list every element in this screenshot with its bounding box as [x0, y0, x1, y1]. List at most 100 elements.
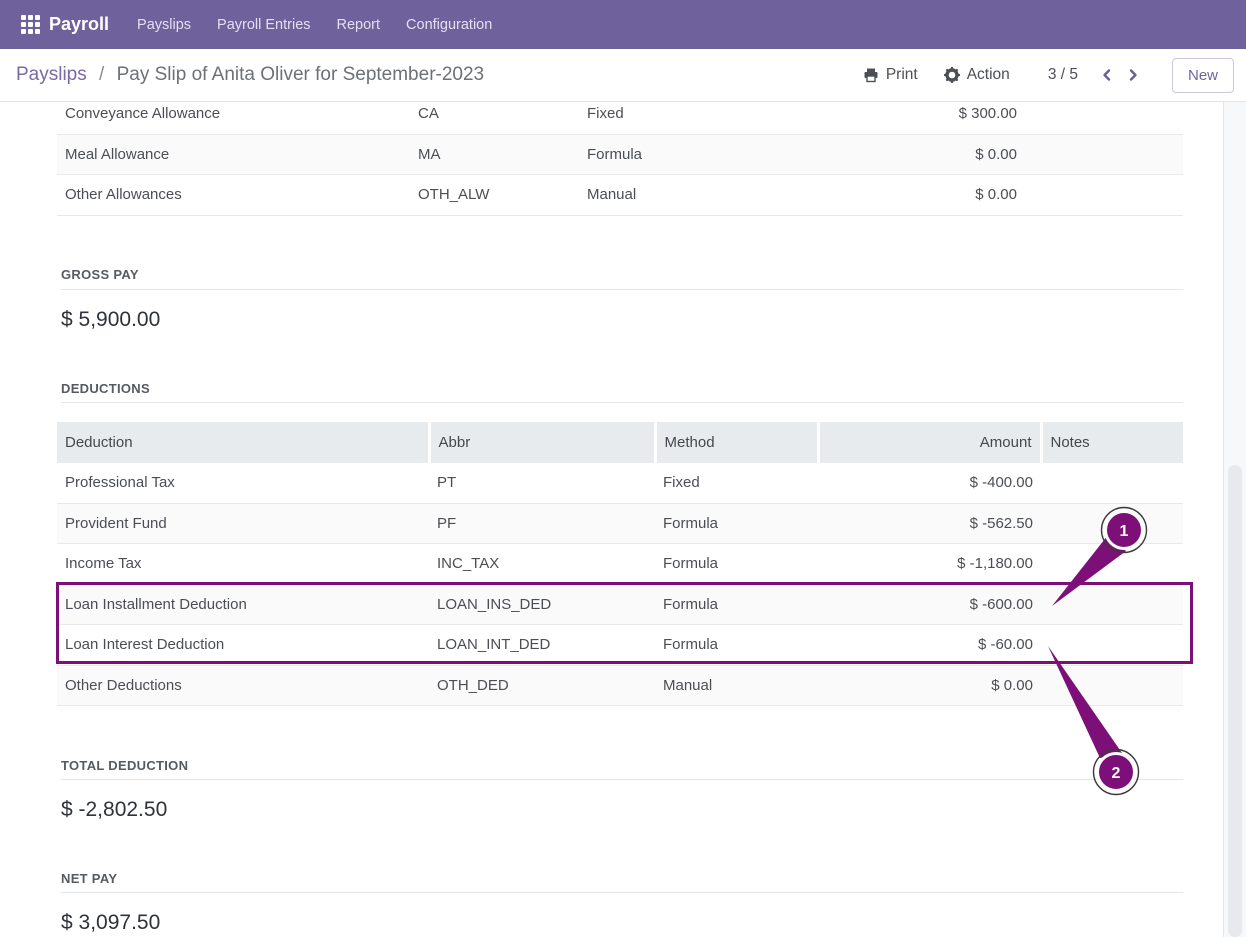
control-panel-actions: Print — [863, 58, 1246, 93]
printer-icon — [863, 67, 879, 83]
allowances-table: Conveyance Allowance CA Fixed $ 300.00 M… — [57, 102, 1183, 216]
deduction-amount: $ -1,180.00 — [818, 544, 1041, 585]
deductions-label: DEDUCTIONS — [61, 381, 150, 396]
deduction-row[interactable]: Professional Tax PT Fixed $ -400.00 — [57, 463, 1183, 504]
deduction-amount: $ 0.00 — [818, 665, 1041, 706]
deduction-name: Professional Tax — [57, 463, 429, 504]
gross-pay-value: $ 5,900.00 — [61, 308, 160, 332]
pager-value: 3 / 5 — [1048, 66, 1078, 84]
deduction-method: Formula — [655, 503, 818, 544]
deduction-row[interactable]: Income Tax INC_TAX Formula $ -1,180.00 — [57, 544, 1183, 585]
deduction-abbr: LOAN_INT_DED — [429, 625, 655, 666]
allowance-abbr: CA — [410, 102, 579, 134]
navbar-menu: Payslips Payroll Entries Report Configur… — [137, 17, 492, 33]
deduction-method: Formula — [655, 625, 818, 666]
vertical-scrollbar-thumb[interactable] — [1228, 465, 1242, 937]
deduction-method: Formula — [655, 584, 818, 625]
deduction-amount: $ -562.50 — [818, 503, 1041, 544]
menu-item-report[interactable]: Report — [337, 17, 381, 33]
total-deduction-label: TOTAL DEDUCTION — [61, 758, 188, 773]
column-header-notes[interactable]: Notes — [1041, 422, 1183, 463]
vertical-scrollbar-track[interactable] — [1223, 102, 1246, 937]
deduction-amount: $ -60.00 — [818, 625, 1041, 666]
gross-pay-label: GROSS PAY — [61, 267, 139, 282]
pager-previous-icon[interactable] — [1094, 62, 1120, 88]
deduction-abbr: PF — [429, 503, 655, 544]
menu-item-payslips[interactable]: Payslips — [137, 17, 191, 33]
deduction-method: Manual — [655, 665, 818, 706]
deduction-row-loan-installment[interactable]: Loan Installment Deduction LOAN_INS_DED … — [57, 584, 1183, 625]
allowance-amount: $ 0.00 — [745, 175, 1025, 216]
allowance-amount: $ 300.00 — [745, 102, 1025, 134]
deduction-abbr: INC_TAX — [429, 544, 655, 585]
allowance-method: Formula — [579, 134, 745, 175]
allowance-name: Conveyance Allowance — [57, 102, 410, 134]
deduction-notes — [1041, 544, 1183, 585]
deduction-notes — [1041, 665, 1183, 706]
allowance-notes — [1025, 102, 1183, 134]
deduction-abbr: LOAN_INS_DED — [429, 584, 655, 625]
deduction-method: Fixed — [655, 463, 818, 504]
allowance-amount: $ 0.00 — [745, 134, 1025, 175]
breadcrumb-current: Pay Slip of Anita Oliver for September-2… — [117, 64, 485, 85]
top-navbar: Payroll Payslips Payroll Entries Report … — [0, 0, 1246, 49]
app-brand[interactable]: Payroll — [49, 14, 109, 35]
deduction-row[interactable]: Other Deductions OTH_DED Manual $ 0.00 — [57, 665, 1183, 706]
print-button[interactable]: Print — [863, 66, 918, 84]
breadcrumb: Payslips / Pay Slip of Anita Oliver for … — [16, 64, 484, 86]
menu-item-payroll-entries[interactable]: Payroll Entries — [217, 17, 310, 33]
new-button[interactable]: New — [1172, 58, 1234, 93]
deduction-row[interactable]: Provident Fund PF Formula $ -562.50 — [57, 503, 1183, 544]
deduction-notes — [1041, 463, 1183, 504]
deduction-name: Provident Fund — [57, 503, 429, 544]
allowance-abbr: OTH_ALW — [410, 175, 579, 216]
action-button[interactable]: Action — [944, 66, 1010, 84]
apps-grid-icon[interactable] — [21, 15, 40, 34]
deduction-row-loan-interest[interactable]: Loan Interest Deduction LOAN_INT_DED For… — [57, 625, 1183, 666]
breadcrumb-parent-link[interactable]: Payslips — [16, 64, 87, 85]
deductions-table: Deduction Abbr Method Amount Notes Profe… — [57, 422, 1183, 706]
deduction-notes — [1041, 503, 1183, 544]
breadcrumb-separator: / — [99, 64, 104, 85]
payslip-form-content: Conveyance Allowance CA Fixed $ 300.00 M… — [0, 102, 1223, 937]
deduction-amount: $ -400.00 — [818, 463, 1041, 504]
allowance-method: Manual — [579, 175, 745, 216]
deduction-name: Loan Interest Deduction — [57, 625, 429, 666]
section-divider — [61, 779, 1183, 780]
deduction-amount: $ -600.00 — [818, 584, 1041, 625]
section-divider — [61, 289, 1183, 290]
net-pay-value: $ 3,097.50 — [61, 911, 160, 935]
allowance-abbr: MA — [410, 134, 579, 175]
deduction-name: Loan Installment Deduction — [57, 584, 429, 625]
deductions-header-row: Deduction Abbr Method Amount Notes — [57, 422, 1183, 463]
section-divider — [61, 892, 1183, 893]
allowance-row[interactable]: Other Allowances OTH_ALW Manual $ 0.00 — [57, 175, 1183, 216]
deduction-method: Formula — [655, 544, 818, 585]
net-pay-label: NET PAY — [61, 871, 117, 886]
deduction-abbr: PT — [429, 463, 655, 504]
allowance-row[interactable]: Meal Allowance MA Formula $ 0.00 — [57, 134, 1183, 175]
column-header-amount[interactable]: Amount — [818, 422, 1041, 463]
deduction-name: Other Deductions — [57, 665, 429, 706]
column-header-abbr[interactable]: Abbr — [429, 422, 655, 463]
allowance-row[interactable]: Conveyance Allowance CA Fixed $ 300.00 — [57, 102, 1183, 134]
control-panel: Payslips / Pay Slip of Anita Oliver for … — [0, 49, 1246, 102]
total-deduction-value: $ -2,802.50 — [61, 798, 167, 822]
pager-next-icon[interactable] — [1120, 62, 1146, 88]
deduction-notes — [1041, 584, 1183, 625]
column-header-method[interactable]: Method — [655, 422, 818, 463]
section-divider — [61, 402, 1183, 403]
gear-icon — [944, 67, 960, 83]
deduction-notes — [1041, 625, 1183, 666]
allowance-method: Fixed — [579, 102, 745, 134]
allowance-notes — [1025, 175, 1183, 216]
menu-item-configuration[interactable]: Configuration — [406, 17, 492, 33]
column-header-deduction[interactable]: Deduction — [57, 422, 429, 463]
deduction-name: Income Tax — [57, 544, 429, 585]
allowance-notes — [1025, 134, 1183, 175]
allowance-name: Meal Allowance — [57, 134, 410, 175]
deduction-abbr: OTH_DED — [429, 665, 655, 706]
print-label: Print — [886, 66, 918, 84]
action-label: Action — [967, 66, 1010, 84]
allowance-name: Other Allowances — [57, 175, 410, 216]
